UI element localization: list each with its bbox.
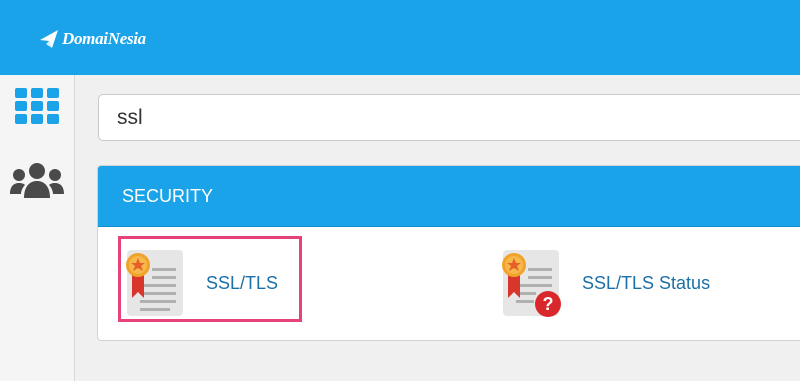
grid-icon bbox=[15, 88, 59, 124]
ssl-tls-status-label[interactable]: SSL/TLS Status bbox=[582, 273, 710, 294]
brand-name: DomaiNesia bbox=[62, 29, 146, 48]
search-input[interactable] bbox=[98, 94, 800, 141]
sidebar-item-tools[interactable] bbox=[0, 80, 74, 132]
left-sidebar bbox=[0, 75, 75, 381]
top-header: DomaiNesia bbox=[0, 0, 800, 75]
main-content: SECURITY bbox=[75, 75, 800, 381]
sidebar-item-users[interactable] bbox=[0, 155, 74, 207]
users-icon bbox=[10, 163, 64, 198]
brand-logo[interactable]: DomaiNesia bbox=[38, 25, 146, 53]
highlight-box bbox=[118, 236, 302, 322]
certificate-question-icon: ? bbox=[502, 250, 561, 317]
logo-arrow-icon bbox=[40, 30, 58, 48]
ssl-tls-status-item[interactable]: ? SSL/TLS Status bbox=[500, 248, 710, 318]
section-title[interactable]: SECURITY bbox=[98, 166, 800, 227]
svg-text:?: ? bbox=[543, 294, 554, 314]
